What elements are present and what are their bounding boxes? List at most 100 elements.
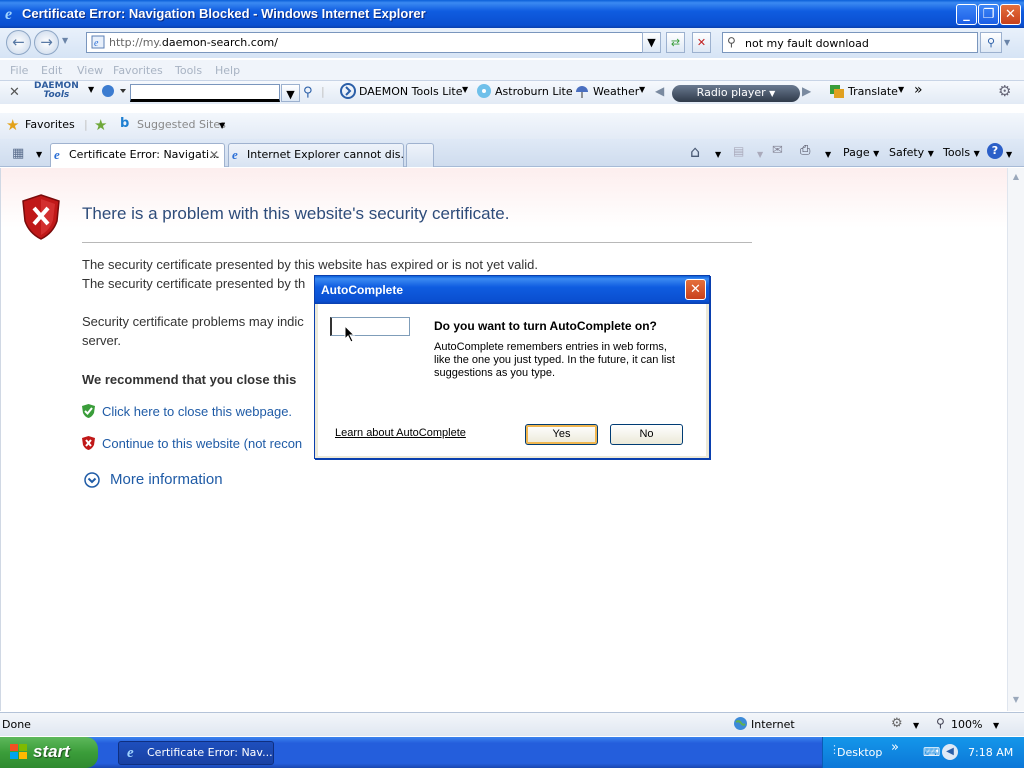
zoom-dropdown-icon[interactable]: ▼ <box>993 721 999 730</box>
search-options-icon[interactable]: ▼ <box>1004 38 1010 47</box>
radio-volume-icon[interactable]: ▶ <box>802 84 811 98</box>
close-webpage-link[interactable]: Click here to close this webpage. <box>102 404 292 419</box>
tab-ie-cannot-display[interactable]: e Internet Explorer cannot dis... <box>228 143 404 167</box>
error-line-3: Security certificate problems may indic <box>82 314 304 329</box>
quick-tabs-icon[interactable]: ▦ <box>12 146 24 161</box>
continue-website-link[interactable]: Continue to this website (not recon <box>102 436 302 451</box>
radio-player-button[interactable]: Radio player ▼ <box>672 85 800 102</box>
menu-edit[interactable]: Edit <box>41 64 62 77</box>
window-titlebar[interactable]: e Certificate Error: Navigation Blocked … <box>0 0 1024 28</box>
toolbar-search-dropdown[interactable]: ▼ <box>281 84 300 102</box>
weather-button[interactable]: Weather <box>593 85 639 98</box>
feeds-dropdown-icon[interactable]: ▼ <box>757 150 763 159</box>
toolbar-search-icon[interactable]: ⚲ <box>303 85 313 100</box>
dialog-body: Do you want to turn AutoComplete on? Aut… <box>318 304 706 456</box>
weather-icon <box>574 83 590 102</box>
network-icon[interactable]: ◀ <box>942 744 958 760</box>
toolbar-settings-icon[interactable]: ⚙ <box>998 82 1011 100</box>
toolbar-close-icon[interactable]: ✕ <box>9 85 20 100</box>
mail-icon[interactable]: ✉ <box>772 143 783 158</box>
security-shield-icon <box>21 193 61 244</box>
protected-mode-dropdown-icon[interactable]: ▼ <box>913 721 919 730</box>
daemon-logo[interactable]: DAEMON Tools <box>34 82 79 100</box>
page-menu[interactable]: Page ▼ <box>843 146 879 159</box>
help-icon[interactable]: ? <box>987 143 1003 159</box>
dialog-description: AutoComplete remembers entries in web fo… <box>434 341 675 379</box>
safety-menu[interactable]: Safety ▼ <box>889 146 934 159</box>
tab-bar: ▦ ▼ e Certificate Error: Navigati... ✕ e… <box>0 139 1024 167</box>
menu-tools[interactable]: Tools <box>175 64 202 77</box>
taskbar-ie-window[interactable]: e Certificate Error: Nav... <box>118 741 274 765</box>
home-icon[interactable]: ⌂ <box>690 142 700 161</box>
heading-divider <box>82 242 752 243</box>
menu-file[interactable]: File <box>10 64 28 77</box>
help-dropdown-icon[interactable]: ▼ <box>1006 150 1012 159</box>
toolbar-search-input[interactable] <box>130 84 280 102</box>
tab-list-dropdown-icon[interactable]: ▼ <box>36 150 42 159</box>
address-bar[interactable]: e http://my.daemon-search.com/ <box>86 32 660 53</box>
stop-button[interactable]: ✕ <box>692 32 711 53</box>
protected-mode-icon[interactable]: ⚙ <box>891 716 903 731</box>
daemon-lite-dropdown-icon[interactable]: ▼ <box>462 85 468 94</box>
close-window-button[interactable]: ✕ <box>1000 4 1021 25</box>
history-dropdown-icon[interactable]: ▼ <box>62 36 68 45</box>
tools-menu[interactable]: Tools ▼ <box>943 146 980 159</box>
svg-text:e: e <box>94 38 99 49</box>
bing-icon: b <box>120 116 130 131</box>
scroll-down-icon[interactable]: ▼ <box>1010 695 1022 707</box>
favorites-button[interactable]: Favorites <box>25 118 75 131</box>
new-tab-button[interactable] <box>406 143 434 167</box>
suggested-sites-button[interactable]: Suggested Sites <box>137 118 226 131</box>
dialog-titlebar[interactable]: AutoComplete ✕ <box>315 276 709 304</box>
print-icon[interactable]: ⎙ <box>800 143 810 158</box>
refresh-button[interactable]: ⇄ <box>666 32 685 53</box>
tab-label: Certificate Error: Navigati... <box>69 148 220 161</box>
back-button[interactable]: ← <box>6 30 31 55</box>
error-line-2: The security certificate presented by th <box>82 276 306 291</box>
astroburn-button[interactable]: Astroburn Lite <box>495 85 573 98</box>
translate-dropdown-icon[interactable]: ▼ <box>898 85 904 94</box>
vertical-scrollbar[interactable]: ▲ ▼ <box>1007 168 1024 711</box>
tab-certificate-error[interactable]: e Certificate Error: Navigati... ✕ <box>50 143 225 167</box>
desktop-toolbar[interactable]: Desktop <box>837 746 882 759</box>
feeds-icon[interactable]: ▤ <box>733 144 744 158</box>
search-input[interactable]: ⚲ not my fault download <box>722 32 978 53</box>
zoom-level[interactable]: 100% <box>951 718 982 731</box>
menu-favorites[interactable]: Favorites <box>113 64 163 77</box>
dialog-question: Do you want to turn AutoComplete on? <box>434 319 657 333</box>
toolbar-overflow-icon[interactable]: » <box>914 82 923 98</box>
scroll-up-icon[interactable]: ▲ <box>1010 172 1022 184</box>
tab-close-icon[interactable]: ✕ <box>209 144 219 166</box>
daemon-menu-icon[interactable]: ▼ <box>88 85 94 94</box>
autocomplete-dialog: AutoComplete ✕ Do you want to turn AutoC… <box>314 275 710 459</box>
radio-prev-icon[interactable]: ◀ <box>655 84 664 98</box>
more-information-link[interactable]: More information <box>110 471 223 488</box>
error-line-3b: server. <box>82 333 122 348</box>
autocomplete-sample-field <box>330 317 410 336</box>
add-favorite-icon[interactable]: ★ <box>94 116 107 134</box>
dialog-close-button[interactable]: ✕ <box>685 279 706 300</box>
search-engine-selector[interactable] <box>100 83 128 102</box>
translate-button[interactable]: Translate <box>848 85 898 98</box>
no-button[interactable]: No <box>610 424 683 445</box>
address-dropdown-button[interactable]: ▼ <box>642 32 661 53</box>
restore-button[interactable]: ❐ <box>978 4 999 25</box>
search-go-button[interactable]: ⚲ <box>980 32 1002 53</box>
daemon-lite-button[interactable]: DAEMON Tools Lite <box>359 85 463 98</box>
minimize-button[interactable]: _ <box>956 4 977 25</box>
keyboard-icon[interactable]: ⌨ <box>923 745 940 759</box>
forward-button[interactable]: → <box>34 30 59 55</box>
suggested-dropdown-icon[interactable]: ▼ <box>219 121 225 130</box>
tray-expand-icon[interactable]: » <box>891 740 899 755</box>
expand-chevron-icon[interactable] <box>84 472 100 491</box>
yes-button[interactable]: Yes <box>525 424 598 445</box>
start-button[interactable]: start <box>0 737 98 768</box>
learn-autocomplete-link[interactable]: Learn about AutoComplete <box>335 427 466 439</box>
menu-view[interactable]: View <box>77 64 103 77</box>
menu-help[interactable]: Help <box>215 64 240 77</box>
home-dropdown-icon[interactable]: ▼ <box>715 150 721 159</box>
page-icon: e <box>91 35 105 52</box>
print-dropdown-icon[interactable]: ▼ <box>825 150 831 159</box>
weather-dropdown-icon[interactable]: ▼ <box>639 85 645 94</box>
clock[interactable]: 7:18 AM <box>968 746 1013 759</box>
